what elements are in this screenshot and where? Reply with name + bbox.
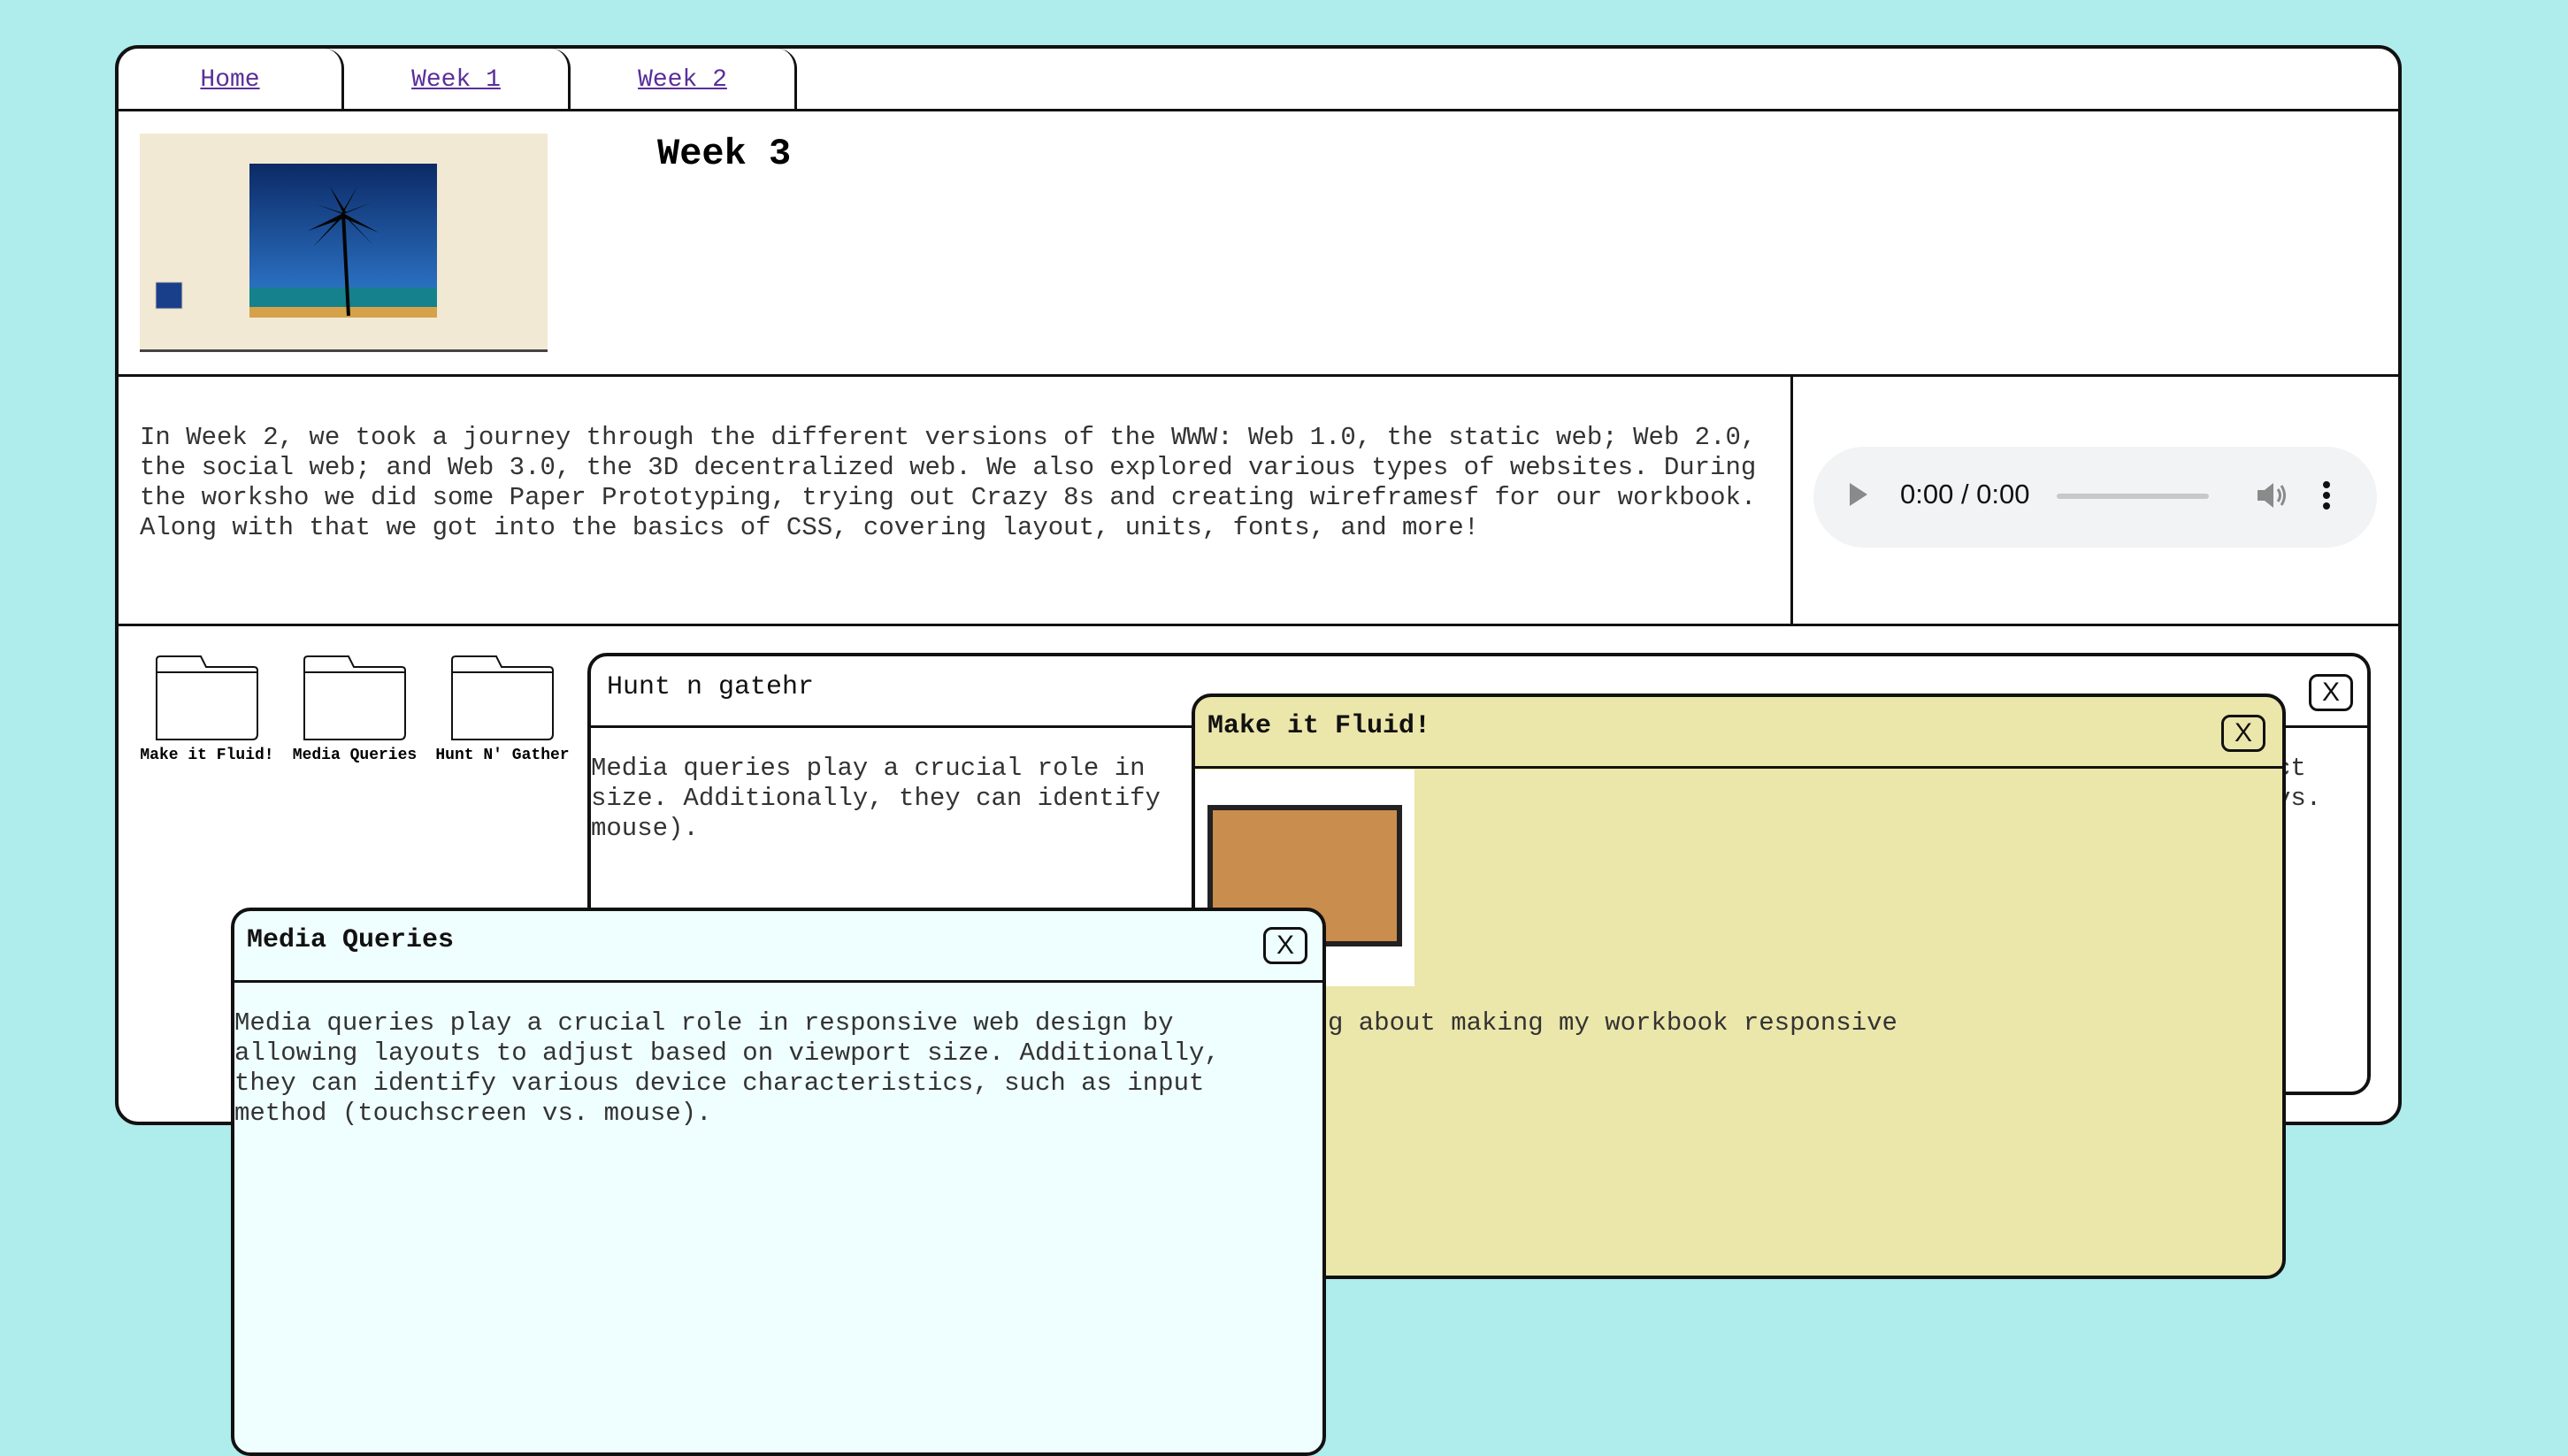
- hero-screenshot-image: [140, 134, 548, 352]
- tab-week-1[interactable]: Week 1: [344, 49, 571, 111]
- content-divider: [1790, 376, 1793, 624]
- window-title-divider: [1195, 766, 2282, 769]
- more-options-icon[interactable]: [2322, 480, 2331, 515]
- tab-week-2[interactable]: Week 2: [571, 49, 797, 111]
- tab-home-link[interactable]: Home: [200, 66, 259, 94]
- tab-week-2-link[interactable]: Week 2: [638, 66, 727, 94]
- audio-time: 0:00 / 0:00: [1900, 479, 2030, 510]
- folder-icon: [303, 655, 406, 740]
- folder-label: Make it Fluid!: [140, 747, 274, 764]
- window-title: Make it Fluid!: [1207, 711, 1431, 741]
- folder-icon: [451, 655, 554, 740]
- folder-label: Media Queries: [292, 747, 418, 764]
- window-body: Media queries play a crucial role in res…: [234, 1008, 1220, 1128]
- folder-icon: [156, 655, 258, 740]
- window-title-divider: [234, 980, 1322, 983]
- play-icon[interactable]: [1847, 480, 1870, 513]
- volume-icon[interactable]: [2256, 480, 2288, 515]
- page-title: Week 3: [657, 133, 792, 175]
- audio-player[interactable]: 0:00 / 0:00: [1813, 447, 2377, 548]
- window-media-queries[interactable]: Media Queries X Media queries play a cru…: [231, 908, 1326, 1456]
- close-button[interactable]: X: [2309, 674, 2353, 711]
- folder-label: Hunt N' Gather: [435, 747, 570, 764]
- tab-week-1-link[interactable]: Week 1: [411, 66, 501, 94]
- week-description: In Week 2, we took a journey through the…: [140, 423, 1757, 542]
- header-divider: [119, 374, 2398, 377]
- window-title: Hunt n gatehr: [607, 672, 815, 702]
- audio-progress-slider[interactable]: [2057, 494, 2209, 499]
- close-button[interactable]: X: [2221, 715, 2265, 752]
- tab-home[interactable]: Home: [119, 49, 344, 111]
- tab-bar-divider: [119, 109, 2398, 111]
- window-body: Media queries play a crucial role in siz…: [591, 754, 1161, 843]
- section-divider: [119, 624, 2398, 626]
- window-make-it-fluid[interactable]: Make it Fluid! X g about making my workb…: [1192, 694, 2286, 1279]
- window-body: g about making my workbook responsive: [1328, 1008, 1897, 1038]
- close-button[interactable]: X: [1263, 927, 1307, 964]
- window-title: Media Queries: [247, 925, 455, 955]
